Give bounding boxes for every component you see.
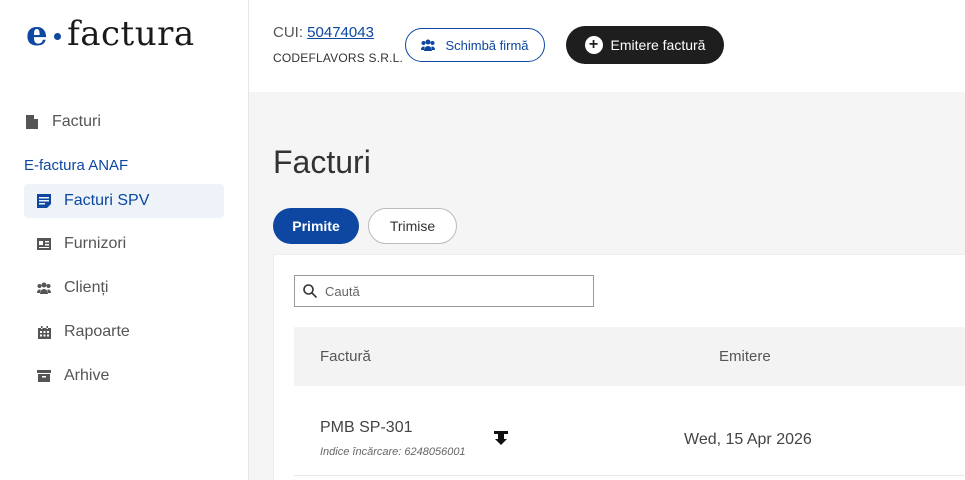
sidebar-item-furnizori[interactable]: Furnizori — [24, 227, 224, 261]
calendar-icon — [36, 324, 52, 340]
issue-date: Wed, 15 Apr 2026 — [684, 431, 812, 448]
search-icon — [303, 284, 317, 298]
app: e factura Facturi E-factura ANAF Facturi… — [0, 0, 965, 480]
efactura-logo[interactable]: e factura — [26, 14, 195, 54]
archive-icon — [36, 368, 52, 384]
id-card-icon — [36, 236, 52, 252]
download-icon[interactable] — [494, 431, 508, 447]
sidebar-item-label: Arhive — [64, 367, 110, 384]
emit-invoice-button[interactable]: + Emitere factură — [566, 26, 724, 64]
sidebar-item-label: Rapoarte — [64, 323, 130, 340]
sidebar-item-label: Furnizori — [64, 235, 127, 252]
logo-dot — [54, 32, 62, 40]
company-name: CODEFLAVORS S.R.L. — [273, 51, 404, 65]
search-input[interactable] — [325, 283, 575, 299]
invoice-list-icon — [36, 193, 52, 209]
sidebar-item-label: Clienți — [64, 279, 109, 296]
header: CUI: 50474043 CODEFLAVORS S.R.L. Schimbă… — [249, 0, 965, 92]
sidebar-item-clienti[interactable]: Clienți — [24, 271, 224, 305]
cui-link[interactable]: 50474043 — [307, 24, 374, 41]
upload-index: Indice încărcare: 6248056001 — [320, 446, 466, 458]
section-title-efactura-anaf: E-factura ANAF — [24, 157, 129, 174]
table-row[interactable]: PMB SP-301 Indice încărcare: 6248056001 … — [294, 386, 965, 476]
main-content: Facturi Primite Trimise Factură Emitere … — [249, 92, 965, 480]
people-icon — [421, 39, 436, 51]
search-box[interactable] — [294, 275, 594, 307]
page-title: Facturi — [273, 144, 371, 180]
table-header: Factură Emitere — [294, 327, 965, 386]
sidebar-item-rapoarte[interactable]: Rapoarte — [24, 315, 224, 349]
tab-trimise[interactable]: Trimise — [368, 208, 457, 244]
sidebar-item-facturi-spv[interactable]: Facturi SPV — [24, 184, 224, 218]
invoice-name[interactable]: PMB SP-301 — [320, 419, 412, 437]
sidebar-item-label: Facturi SPV — [64, 192, 150, 209]
plus-circle-icon: + — [584, 36, 603, 54]
document-icon — [24, 114, 40, 130]
change-company-button[interactable]: Schimbă firmă — [405, 28, 545, 62]
sidebar-item-arhive[interactable]: Arhive — [24, 359, 224, 393]
sidebar-item-facturi[interactable]: Facturi — [24, 105, 224, 139]
sidebar: e factura Facturi E-factura ANAF Facturi… — [0, 0, 249, 480]
people-icon — [36, 280, 52, 296]
sidebar-item-label: Facturi — [52, 113, 101, 130]
cui-line: CUI: 50474043 — [273, 24, 374, 41]
tab-primite[interactable]: Primite — [273, 208, 359, 244]
column-header-factura[interactable]: Factură — [320, 348, 371, 365]
column-header-emitere[interactable]: Emitere — [719, 348, 771, 365]
invoices-card: Factură Emitere PMB SP-301 Indice încărc… — [273, 254, 965, 480]
